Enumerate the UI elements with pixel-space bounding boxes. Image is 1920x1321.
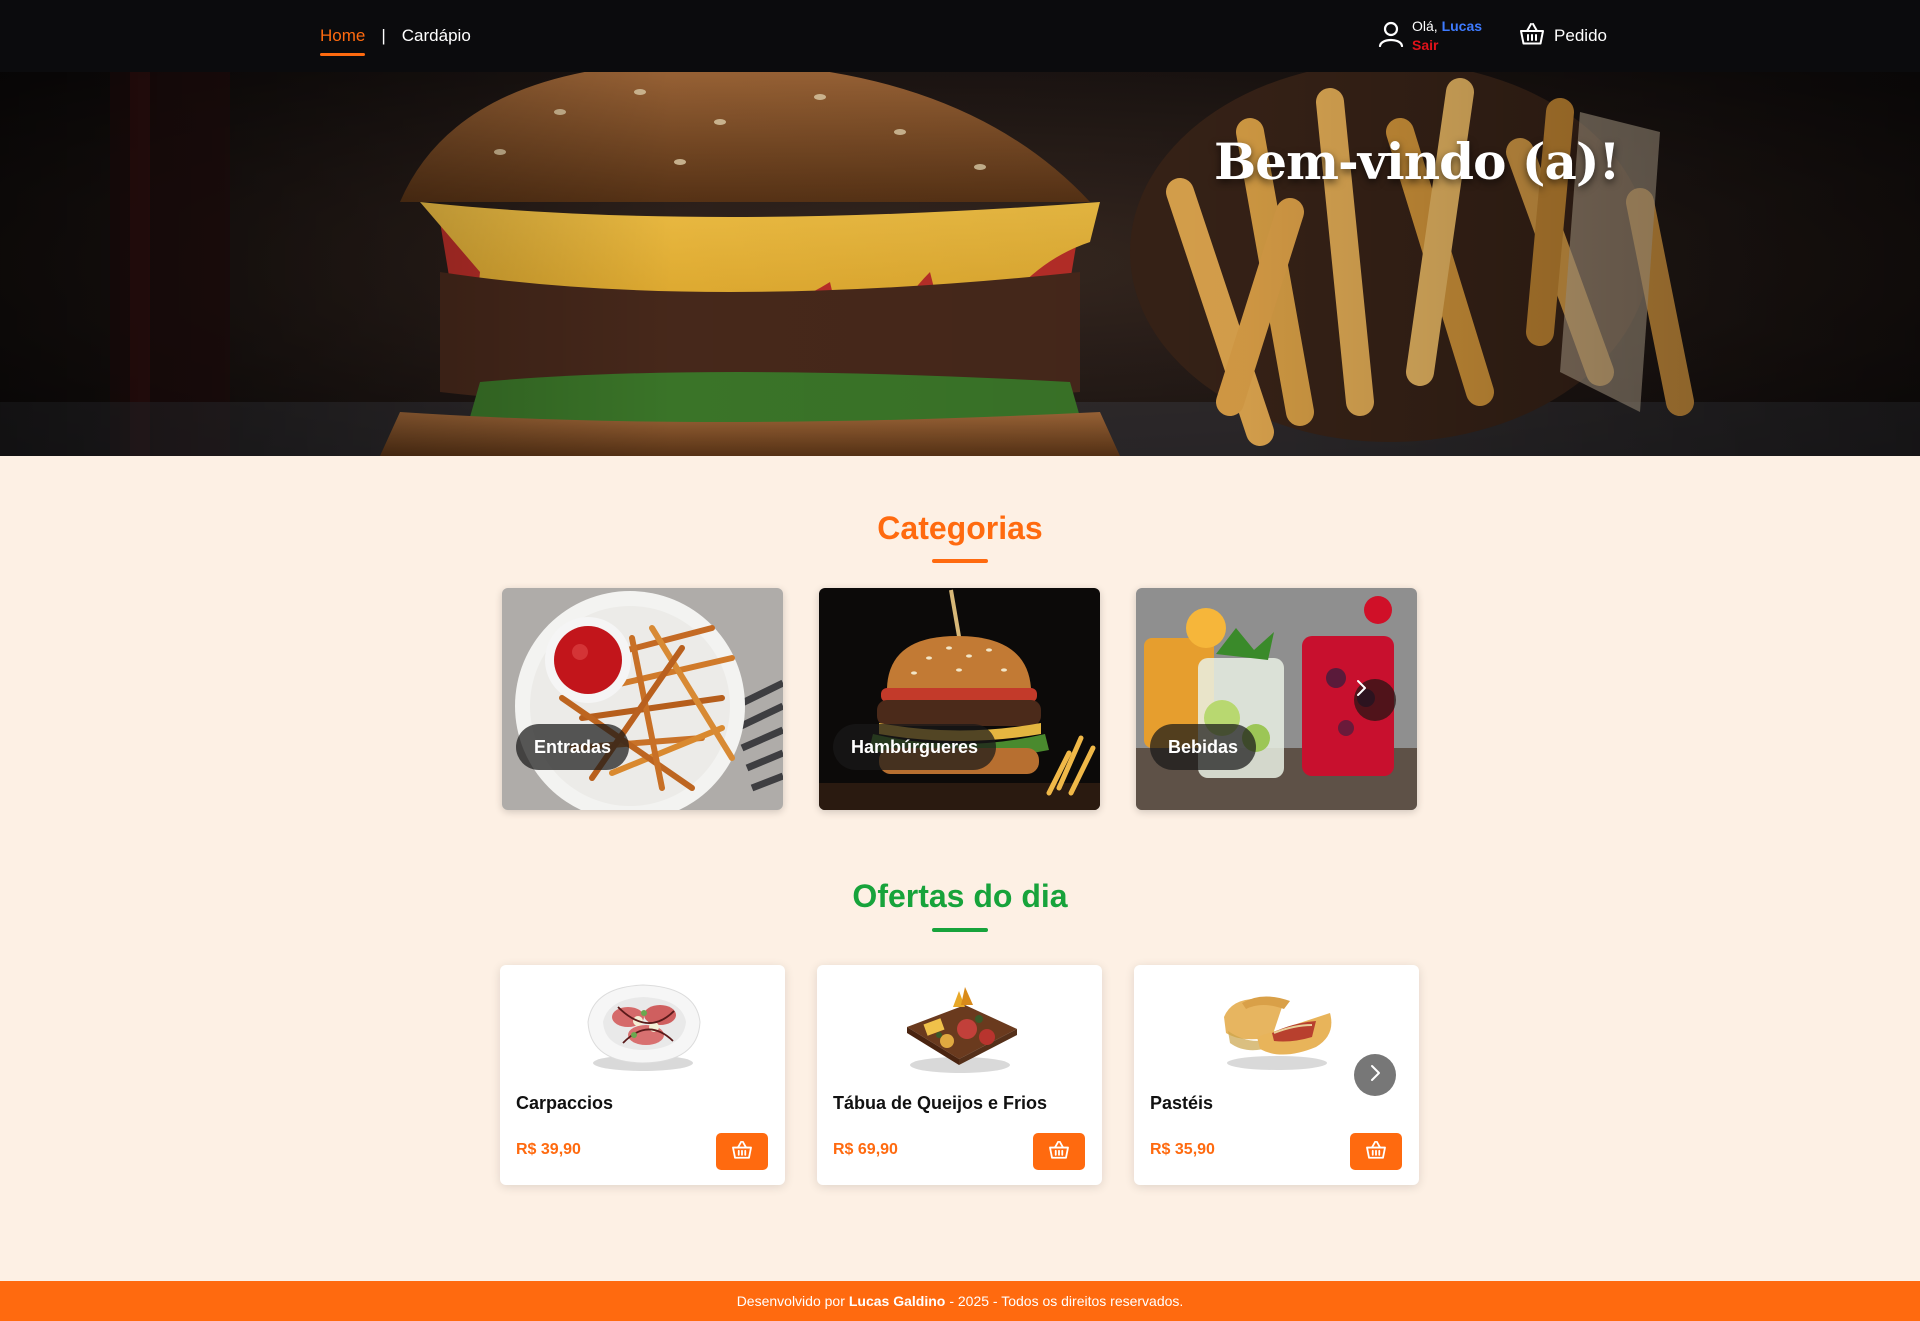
categories-next-button[interactable] xyxy=(1354,679,1396,721)
hero-title: Bem-vindo (a)! xyxy=(1214,132,1621,191)
offer-price: R$ 35,90 xyxy=(1150,1141,1215,1158)
offer-image-cheese-board xyxy=(907,987,1017,1073)
offer-price: R$ 69,90 xyxy=(833,1141,898,1158)
offers-next-button[interactable] xyxy=(1354,1054,1396,1096)
category-card-entradas[interactable]: Entradas xyxy=(502,588,783,810)
offer-image-carpaccio xyxy=(587,984,701,1071)
category-image-burger xyxy=(819,588,1100,810)
hero-image xyxy=(0,72,1920,456)
greeting-text: Olá, xyxy=(1412,18,1438,34)
offer-name: Carpaccios xyxy=(516,1093,614,1113)
nav-separator: | xyxy=(381,26,386,45)
footer-author: Lucas Galdino xyxy=(848,1293,946,1309)
navbar: Home | Cardápio Olá, Lucas Sair Pedido xyxy=(0,0,1920,72)
footer: Desenvolvido por Lucas Galdino - 2025 - … xyxy=(0,1281,1920,1321)
category-card-hamburgueres[interactable]: Hambúrgueres xyxy=(819,588,1100,810)
category-label: Bebidas xyxy=(1150,724,1257,770)
offer-card-tabua: Tábua de Queijos e Frios R$ 69,90 xyxy=(817,965,1102,1185)
nav-links: Home | Cardápio xyxy=(320,0,471,72)
order-button[interactable]: Pedido xyxy=(1520,22,1607,50)
chevron-right-icon xyxy=(1368,1064,1382,1087)
offer-name: Pastéis xyxy=(1150,1093,1214,1113)
nav-link-cardapio[interactable]: Cardápio xyxy=(402,20,471,52)
nav-user-area: Olá, Lucas Sair Pedido xyxy=(1378,0,1607,72)
user-greeting-line: Olá, Lucas xyxy=(1412,17,1482,36)
user-text: Olá, Lucas Sair xyxy=(1412,17,1482,55)
category-label: Hambúrgueres xyxy=(833,724,997,770)
offers-title-underline xyxy=(932,928,988,932)
add-to-cart-button[interactable] xyxy=(1033,1133,1085,1170)
offer-card-pasteis: Pastéis R$ 35,90 xyxy=(1134,965,1419,1185)
offer-card-carpaccios: Carpaccios R$ 39,90 xyxy=(500,965,785,1185)
offer-price: R$ 39,90 xyxy=(516,1141,581,1158)
offers-title: Ofertas do dia xyxy=(852,878,1068,914)
categories-title: Categorias xyxy=(877,510,1043,546)
footer-suffix: - 2025 - Todos os direitos reservados. xyxy=(949,1293,1184,1309)
footer-prefix: Desenvolvido por xyxy=(736,1293,845,1309)
user-icon xyxy=(1378,21,1404,52)
basket-icon xyxy=(1366,1140,1386,1162)
user-menu[interactable]: Olá, Lucas Sair xyxy=(1378,17,1482,55)
categories-title-underline xyxy=(932,559,988,563)
basket-icon xyxy=(1049,1140,1069,1162)
category-label: Entradas xyxy=(516,724,630,770)
add-to-cart-button[interactable] xyxy=(716,1133,768,1170)
basket-icon xyxy=(732,1140,752,1162)
basket-icon xyxy=(1520,22,1545,50)
category-image-fries xyxy=(502,588,783,810)
nav-link-home[interactable]: Home xyxy=(320,20,366,56)
hero-banner: Bem-vindo (a)! xyxy=(0,72,1920,456)
offer-name: Tábua de Queijos e Frios xyxy=(833,1093,1048,1113)
category-card-bebidas[interactable]: Bebidas xyxy=(1136,588,1417,810)
order-label: Pedido xyxy=(1554,26,1607,45)
logout-link[interactable]: Sair xyxy=(1412,36,1482,55)
add-to-cart-button[interactable] xyxy=(1350,1133,1402,1170)
offer-image-pasteis xyxy=(1224,996,1332,1070)
user-name: Lucas xyxy=(1441,18,1483,34)
